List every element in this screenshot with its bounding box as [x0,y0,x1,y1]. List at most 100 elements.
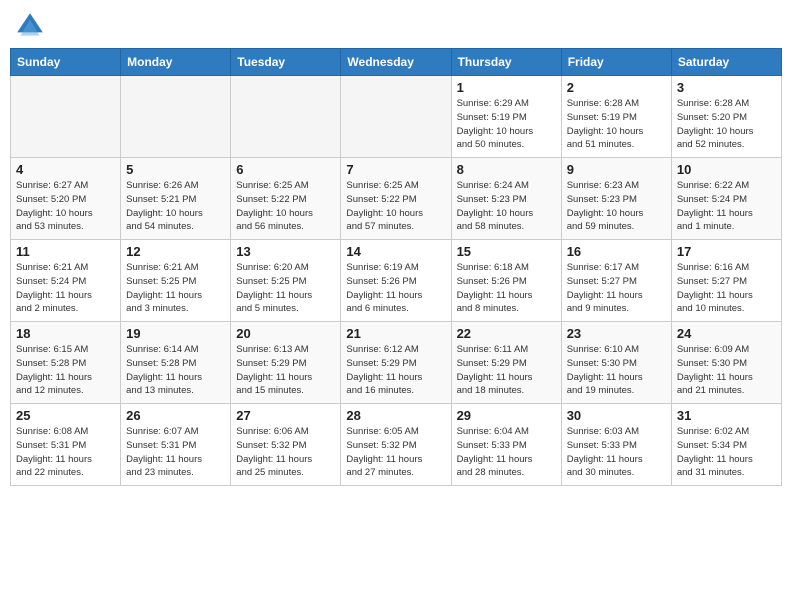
day-number: 7 [346,162,445,177]
calendar-cell [231,76,341,158]
day-number: 13 [236,244,335,259]
day-info: Sunrise: 6:29 AM Sunset: 5:19 PM Dayligh… [457,97,556,152]
calendar-cell: 8 Sunrise: 6:24 AM Sunset: 5:23 PM Daylig… [451,158,561,240]
day-number: 12 [126,244,225,259]
day-number: 23 [567,326,666,341]
calendar-cell: 6Sunrise: 6:25 AM Sunset: 5:22 PM Daylig… [231,158,341,240]
weekday-header-friday: Friday [561,49,671,76]
day-info: Sunrise: 6:08 AM Sunset: 5:31 PM Dayligh… [16,425,115,480]
day-info: Sunrise: 6:27 AM Sunset: 5:20 PM Dayligh… [16,179,115,234]
day-number: 19 [126,326,225,341]
calendar-cell: 28 Sunrise: 6:05 AM Sunset: 5:32 PM Dayli… [341,404,451,486]
page-header [10,10,782,42]
day-info: Sunrise: 6:05 AM Sunset: 5:32 PM Dayligh… [346,425,445,480]
calendar-cell: 22 Sunrise: 6:11 AM Sunset: 5:29 PM Dayli… [451,322,561,404]
day-info: Sunrise: 6:18 AM Sunset: 5:26 PM Dayligh… [457,261,556,316]
day-number: 3 [677,80,776,95]
day-info: Sunrise: 6:17 AM Sunset: 5:27 PM Dayligh… [567,261,666,316]
day-info: Sunrise: 6:23 AM Sunset: 5:23 PM Dayligh… [567,179,666,234]
calendar-cell: 20 Sunrise: 6:13 AM Sunset: 5:29 PM Dayli… [231,322,341,404]
weekday-header-thursday: Thursday [451,49,561,76]
day-number: 28 [346,408,445,423]
day-info: Sunrise: 6:04 AM Sunset: 5:33 PM Dayligh… [457,425,556,480]
day-info: Sunrise: 6:22 AM Sunset: 5:24 PM Dayligh… [677,179,776,234]
calendar-cell: 24 Sunrise: 6:09 AM Sunset: 5:30 PM Dayli… [671,322,781,404]
day-number: 31 [677,408,776,423]
calendar-cell: 9 Sunrise: 6:23 AM Sunset: 5:23 PM Daylig… [561,158,671,240]
day-info: Sunrise: 6:09 AM Sunset: 5:30 PM Dayligh… [677,343,776,398]
calendar-week-row: 1 Sunrise: 6:29 AM Sunset: 5:19 PM Daylig… [11,76,782,158]
day-number: 29 [457,408,556,423]
calendar-week-row: 4 Sunrise: 6:27 AM Sunset: 5:20 PM Daylig… [11,158,782,240]
day-info: Sunrise: 6:14 AM Sunset: 5:28 PM Dayligh… [126,343,225,398]
day-number: 9 [567,162,666,177]
weekday-header-tuesday: Tuesday [231,49,341,76]
day-info: Sunrise: 6:28 AM Sunset: 5:20 PM Dayligh… [677,97,776,152]
day-info: Sunrise: 6:13 AM Sunset: 5:29 PM Dayligh… [236,343,335,398]
day-info: Sunrise: 6:11 AM Sunset: 5:29 PM Dayligh… [457,343,556,398]
day-number: 21 [346,326,445,341]
day-number: 20 [236,326,335,341]
day-number: 15 [457,244,556,259]
day-number: 10 [677,162,776,177]
calendar-week-row: 25 Sunrise: 6:08 AM Sunset: 5:31 PM Dayli… [11,404,782,486]
day-info: Sunrise: 6:21 AM Sunset: 5:25 PM Dayligh… [126,261,225,316]
day-number: 16 [567,244,666,259]
weekday-header-sunday: Sunday [11,49,121,76]
weekday-header-wednesday: Wednesday [341,49,451,76]
calendar-cell: 21 Sunrise: 6:12 AM Sunset: 5:29 PM Dayli… [341,322,451,404]
calendar-cell: 4 Sunrise: 6:27 AM Sunset: 5:20 PM Daylig… [11,158,121,240]
day-info: Sunrise: 6:19 AM Sunset: 5:26 PM Dayligh… [346,261,445,316]
calendar-cell: 15 Sunrise: 6:18 AM Sunset: 5:26 PM Dayli… [451,240,561,322]
day-info: Sunrise: 6:25 AM Sunset: 5:22 PM Dayligh… [346,179,445,234]
calendar-cell: 13 Sunrise: 6:20 AM Sunset: 5:25 PM Dayli… [231,240,341,322]
calendar-cell: 25 Sunrise: 6:08 AM Sunset: 5:31 PM Dayli… [11,404,121,486]
weekday-header-monday: Monday [121,49,231,76]
calendar-cell: 17Sunrise: 6:16 AM Sunset: 5:27 PM Dayli… [671,240,781,322]
day-number: 30 [567,408,666,423]
day-info: Sunrise: 6:20 AM Sunset: 5:25 PM Dayligh… [236,261,335,316]
day-info: Sunrise: 6:02 AM Sunset: 5:34 PM Dayligh… [677,425,776,480]
day-number: 24 [677,326,776,341]
day-number: 18 [16,326,115,341]
calendar-cell: 19 Sunrise: 6:14 AM Sunset: 5:28 PM Dayli… [121,322,231,404]
calendar-cell: 2Sunrise: 6:28 AM Sunset: 5:19 PM Daylig… [561,76,671,158]
calendar-week-row: 11Sunrise: 6:21 AM Sunset: 5:24 PM Dayli… [11,240,782,322]
calendar-cell: 5 Sunrise: 6:26 AM Sunset: 5:21 PM Daylig… [121,158,231,240]
calendar-cell: 23 Sunrise: 6:10 AM Sunset: 5:30 PM Dayli… [561,322,671,404]
day-number: 27 [236,408,335,423]
day-number: 17 [677,244,776,259]
day-info: Sunrise: 6:21 AM Sunset: 5:24 PM Dayligh… [16,261,115,316]
calendar-cell: 10 Sunrise: 6:22 AM Sunset: 5:24 PM Dayli… [671,158,781,240]
day-number: 25 [16,408,115,423]
calendar-cell: 31 Sunrise: 6:02 AM Sunset: 5:34 PM Dayli… [671,404,781,486]
day-number: 2 [567,80,666,95]
day-number: 8 [457,162,556,177]
logo-icon [14,10,46,42]
calendar-cell: 3 Sunrise: 6:28 AM Sunset: 5:20 PM Daylig… [671,76,781,158]
day-number: 22 [457,326,556,341]
day-info: Sunrise: 6:06 AM Sunset: 5:32 PM Dayligh… [236,425,335,480]
calendar-cell: 30 Sunrise: 6:03 AM Sunset: 5:33 PM Dayli… [561,404,671,486]
calendar-cell: 16 Sunrise: 6:17 AM Sunset: 5:27 PM Dayli… [561,240,671,322]
day-info: Sunrise: 6:26 AM Sunset: 5:21 PM Dayligh… [126,179,225,234]
calendar-cell: 12 Sunrise: 6:21 AM Sunset: 5:25 PM Dayli… [121,240,231,322]
day-number: 4 [16,162,115,177]
day-info: Sunrise: 6:03 AM Sunset: 5:33 PM Dayligh… [567,425,666,480]
day-number: 1 [457,80,556,95]
calendar-cell: 14Sunrise: 6:19 AM Sunset: 5:26 PM Dayli… [341,240,451,322]
logo [14,10,50,42]
calendar-cell [341,76,451,158]
calendar-cell: 7 Sunrise: 6:25 AM Sunset: 5:22 PM Daylig… [341,158,451,240]
day-info: Sunrise: 6:12 AM Sunset: 5:29 PM Dayligh… [346,343,445,398]
day-info: Sunrise: 6:15 AM Sunset: 5:28 PM Dayligh… [16,343,115,398]
day-number: 5 [126,162,225,177]
weekday-header-saturday: Saturday [671,49,781,76]
day-info: Sunrise: 6:24 AM Sunset: 5:23 PM Dayligh… [457,179,556,234]
day-info: Sunrise: 6:10 AM Sunset: 5:30 PM Dayligh… [567,343,666,398]
day-number: 6 [236,162,335,177]
day-info: Sunrise: 6:07 AM Sunset: 5:31 PM Dayligh… [126,425,225,480]
calendar-cell: 29 Sunrise: 6:04 AM Sunset: 5:33 PM Dayli… [451,404,561,486]
weekday-header-row: SundayMondayTuesdayWednesdayThursdayFrid… [11,49,782,76]
calendar-week-row: 18 Sunrise: 6:15 AM Sunset: 5:28 PM Dayli… [11,322,782,404]
